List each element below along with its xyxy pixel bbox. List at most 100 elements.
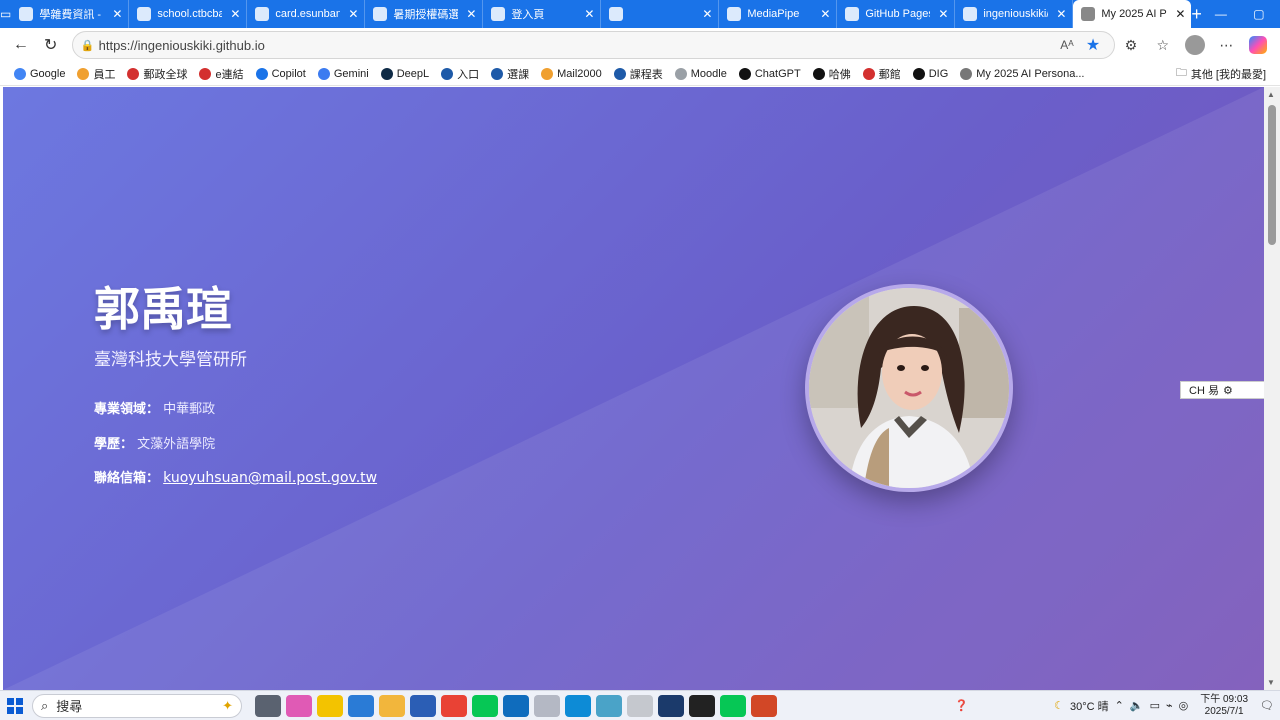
bookmark-label: Google [30,67,66,80]
email-label: 聯絡信箱： [94,471,160,486]
other-bookmarks[interactable]: 🗀 其他 [我的最愛] [1170,64,1272,83]
snipping-tool-icon[interactable] [533,694,560,717]
app-icon[interactable] [595,694,622,717]
scroll-up-icon[interactable]: ▲ [1267,90,1275,99]
bookmark-icon [441,67,454,80]
ime-settings-icon[interactable]: ⚙ [1223,384,1233,397]
bookmark-item[interactable]: Gemini [312,66,375,82]
tab-title: MediaPipe [747,8,800,20]
clock[interactable]: 下午 09:03 2025/7/1 [1194,694,1254,718]
favorite-star-icon[interactable]: ★ [1080,35,1106,55]
bookmark-label: 選課 [507,68,530,81]
refresh-icon[interactable]: ↻ [36,30,66,60]
line-icon[interactable] [471,694,498,717]
scroll-thumb[interactable] [1268,105,1276,245]
close-tab-icon[interactable]: ✕ [228,7,242,21]
windows-start-icon[interactable] [0,691,30,720]
powerpoint-icon[interactable] [750,694,777,717]
close-tab-icon[interactable]: ✕ [110,7,124,21]
address-bar[interactable]: 🔒 https://ingeniouskiki.github.io Aᴬ ★ [71,31,1116,59]
chevron-up-icon[interactable]: ⌃ [1115,699,1124,712]
browser-tab[interactable]: ✕ [601,0,720,28]
line-app-icon[interactable] [719,694,746,717]
translator-icon[interactable] [347,694,374,717]
copilot-app-icon[interactable] [285,694,312,717]
taskbar-search[interactable]: ⌕ 搜尋 ✦ [32,693,242,718]
bookmark-item[interactable]: DIG [907,66,955,82]
notification-icon[interactable]: 🗨 [1260,699,1274,712]
back-icon[interactable]: ← [6,30,36,60]
edge-icon[interactable] [564,694,591,717]
browser-tab[interactable]: My 2025 AI Per ✕ [1073,0,1192,28]
read-aloud-icon[interactable]: Aᴬ [1054,38,1080,52]
bookmark-item[interactable]: DeepL [375,66,435,82]
scroll-down-icon[interactable]: ▼ [1267,678,1275,687]
close-tab-icon[interactable]: ✕ [936,7,950,21]
close-tab-icon[interactable]: ✕ [464,7,478,21]
sticky-notes-icon[interactable] [316,694,343,717]
bookmark-item[interactable]: 哈佛 [807,66,857,82]
bookmark-item[interactable]: 員工 [71,66,121,82]
bookmark-item[interactable]: 郵館 [857,66,907,82]
file-explorer-icon[interactable] [378,694,405,717]
bookmark-item[interactable]: 課程表 [608,66,669,82]
portrait-image [809,288,1009,488]
network-icon[interactable]: ◎ [1179,699,1189,712]
browser-tab[interactable]: 登入頁 ✕ [483,0,602,28]
tab-favicon-icon [137,7,152,21]
new-tab-button[interactable]: + [1191,0,1202,28]
bookmark-item[interactable]: Moodle [669,66,733,82]
favorites-icon[interactable]: ☆ [1147,30,1179,60]
maximize-icon[interactable]: ▢ [1240,0,1278,28]
tab-actions-icon[interactable]: ▭ [0,0,11,28]
scrollbar[interactable]: ▲ ▼ [1264,87,1280,690]
usb-icon[interactable]: ⌁ [1166,699,1173,712]
bookmark-item[interactable]: e連結 [193,66,249,82]
bookmark-item[interactable]: 入口 [435,66,485,82]
close-tab-icon[interactable]: ✕ [582,7,596,21]
weather-text[interactable]: 30°C 晴 [1070,698,1109,714]
outlook-icon[interactable] [502,694,529,717]
extensions-icon[interactable]: ⚙ [1115,30,1147,60]
bookmark-item[interactable]: My 2025 AI Persona... [954,66,1090,82]
browser-tab[interactable]: 學雜費資訊 - 新 ✕ [11,0,130,28]
settings-app-icon[interactable] [626,694,653,717]
close-tab-icon[interactable]: ✕ [346,7,360,21]
task-view-icon[interactable] [254,694,281,717]
bookmark-item[interactable]: 選課 [485,66,535,82]
browser-tab[interactable]: ingeniouskiki/i ✕ [955,0,1074,28]
browser-tab[interactable]: GitHub Pages ✕ [837,0,956,28]
battery-icon[interactable]: ▭ [1150,699,1160,712]
copilot-icon[interactable] [1242,30,1274,60]
chrome-icon[interactable] [440,694,467,717]
word-icon[interactable] [409,694,436,717]
clock-time: 下午 09:03 [1200,693,1249,705]
profile-avatar[interactable] [1179,30,1211,60]
bookmark-icon [541,67,554,80]
url-text[interactable]: https://ingeniouskiki.github.io [99,38,1054,53]
help-icon[interactable]: ❓ [954,699,968,712]
terminal-icon[interactable] [657,694,684,717]
minimize-icon[interactable]: — [1202,0,1240,28]
bookmark-item[interactable]: 郵政全球 [121,66,193,82]
browser-tab[interactable]: card.esunbank ✕ [247,0,366,28]
close-tab-icon[interactable]: ✕ [818,7,832,21]
bookmark-label: Mail2000 [557,67,602,80]
github-desktop-icon[interactable] [688,694,715,717]
close-tab-icon[interactable]: ✕ [700,7,714,21]
more-menu-icon[interactable]: ⋯ [1210,30,1242,60]
bookmark-item[interactable]: Mail2000 [535,66,608,82]
email-link[interactable]: kuoyuhsuan@mail.post.gov.tw [163,470,377,486]
close-tab-icon[interactable]: ✕ [1054,7,1068,21]
browser-tab[interactable]: MediaPipe ✕ [719,0,838,28]
bookmark-icon [491,67,504,80]
close-tab-icon[interactable]: ✕ [1173,7,1187,21]
volume-icon[interactable]: 🔈 [1130,699,1144,712]
moon-icon: ☾ [1054,700,1065,712]
bookmark-item[interactable]: ChatGPT [733,66,807,82]
bookmarks-bar: Google 員工 郵政全球 e連結 Copilot Gemini DeepL 入口 選課 Mai… [0,62,1280,86]
browser-tab[interactable]: 暑期授權碼選修 ✕ [365,0,484,28]
bookmark-item[interactable]: Copilot [250,66,312,82]
bookmark-item[interactable]: Google [8,66,71,82]
browser-tab[interactable]: school.ctbcbank ✕ [129,0,248,28]
